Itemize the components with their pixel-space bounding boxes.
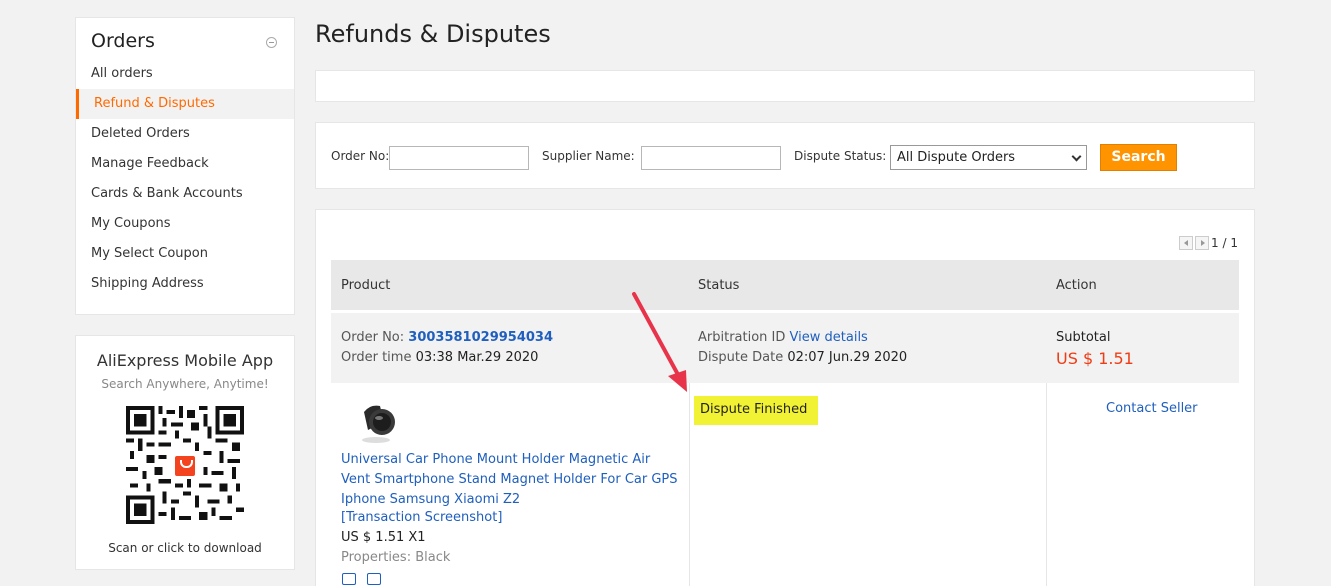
orders-sidebar: Orders All orders Refund & Disputes Dele… xyxy=(75,17,295,315)
header-action: Action xyxy=(1056,278,1097,293)
supplier-name-label: Supplier Name: xyxy=(542,149,635,163)
sidebar-item-cards-bank[interactable]: Cards & Bank Accounts xyxy=(76,179,294,209)
header-status: Status xyxy=(698,278,740,293)
sidebar-item-my-coupons[interactable]: My Coupons xyxy=(76,209,294,239)
pagination: 1 / 1 xyxy=(1179,236,1238,250)
subtotal-label: Subtotal xyxy=(1056,330,1111,345)
app-promo-footer[interactable]: Scan or click to download xyxy=(76,541,294,555)
order-time-line: Order time 03:38 Mar.29 2020 xyxy=(341,350,539,365)
order-no-line: Order No: 3003581029954034 xyxy=(341,330,554,345)
notice-panel xyxy=(315,70,1255,102)
contact-seller-link[interactable]: Contact Seller xyxy=(1106,401,1198,416)
collapse-icon[interactable] xyxy=(266,37,277,48)
order-summary-row: Order No: 3003581029954034 Order time 03… xyxy=(331,313,1239,383)
arbitration-line: Arbitration ID View details xyxy=(698,330,868,345)
product-name-link[interactable]: Universal Car Phone Mount Holder Magneti… xyxy=(341,450,681,510)
product-properties: Properties: Black xyxy=(341,550,451,565)
qr-code-icon[interactable] xyxy=(126,406,244,524)
column-divider xyxy=(689,383,690,586)
order-no-input[interactable] xyxy=(389,146,529,170)
dispute-status-value: All Dispute Orders xyxy=(897,150,1016,165)
dispute-status-label: Dispute Status: xyxy=(794,149,887,163)
dispute-date-line: Dispute Date 02:07 Jun.29 2020 xyxy=(698,350,908,365)
order-no-link[interactable]: 3003581029954034 xyxy=(408,330,553,345)
search-button[interactable]: Search xyxy=(1100,144,1177,171)
column-divider xyxy=(1046,383,1047,586)
snapshot-icon[interactable] xyxy=(367,573,381,585)
subtotal-value: US $ 1.51 xyxy=(1056,349,1134,368)
annotation-arrow-icon xyxy=(632,292,687,392)
unit-price: US $ 1.51 X1 xyxy=(341,530,426,545)
sidebar-item-select-coupon[interactable]: My Select Coupon xyxy=(76,239,294,269)
sidebar-item-all-orders[interactable]: All orders xyxy=(76,59,294,89)
chevron-down-icon xyxy=(1071,151,1082,162)
disputes-list-panel: 1 / 1 Product Status Action Order No: 30… xyxy=(315,209,1255,586)
page-indicator: 1 / 1 xyxy=(1211,236,1238,250)
dispute-status-badge: Dispute Finished xyxy=(694,396,818,425)
prev-page-icon[interactable] xyxy=(1179,236,1194,250)
product-thumbnail[interactable] xyxy=(354,400,400,446)
app-promo-title: AliExpress Mobile App xyxy=(96,351,274,370)
filter-panel: Order No: Supplier Name: Dispute Status:… xyxy=(315,122,1255,189)
sidebar-item-shipping-address[interactable]: Shipping Address xyxy=(76,269,294,299)
dispute-status-select[interactable]: All Dispute Orders xyxy=(890,145,1087,170)
transaction-screenshot-link[interactable]: [Transaction Screenshot] xyxy=(341,510,502,525)
sidebar-item-manage-feedback[interactable]: Manage Feedback xyxy=(76,149,294,179)
next-page-icon[interactable] xyxy=(1195,236,1210,250)
app-promo-subtitle: Search Anywhere, Anytime! xyxy=(101,377,269,391)
header-product: Product xyxy=(341,278,391,293)
order-no-label: Order No: xyxy=(331,149,390,163)
mobile-app-promo: AliExpress Mobile App Search Anywhere, A… xyxy=(75,335,295,570)
table-header: Product Status Action xyxy=(331,260,1239,310)
view-details-link[interactable]: View details xyxy=(790,330,868,345)
aliexpress-logo-icon xyxy=(173,454,197,478)
sidebar-item-refund-disputes[interactable]: Refund & Disputes xyxy=(76,89,294,119)
shipping-icon[interactable] xyxy=(342,573,356,585)
sidebar-item-deleted-orders[interactable]: Deleted Orders xyxy=(76,119,294,149)
sidebar-title: Orders xyxy=(91,30,155,52)
supplier-name-input[interactable] xyxy=(641,146,781,170)
page-title: Refunds & Disputes xyxy=(315,20,551,48)
